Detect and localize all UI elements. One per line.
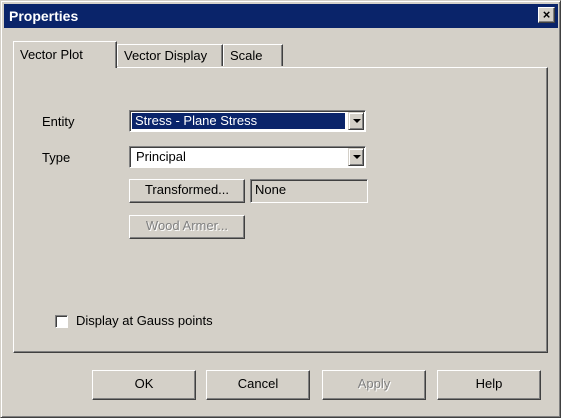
window-title: Properties [9, 8, 79, 24]
type-dropdown[interactable]: Principal [129, 146, 366, 168]
type-value: Principal [136, 149, 186, 164]
title-bar[interactable]: Properties × [4, 4, 558, 28]
tab-label: Scale [230, 48, 263, 63]
gauss-points-label[interactable]: Display at Gauss points [76, 313, 213, 328]
tab-vector-display[interactable]: Vector Display [117, 44, 223, 66]
tab-panel-vector-plot: Entity Stress - Plane Stress Type Princi… [13, 67, 548, 353]
transformed-value-field: None [250, 179, 368, 203]
entity-label: Entity [42, 114, 75, 129]
type-label: Type [42, 150, 71, 165]
tab-scale[interactable]: Scale [223, 44, 283, 66]
chevron-down-icon[interactable] [348, 148, 364, 166]
apply-button: Apply [322, 370, 426, 400]
close-icon: × [542, 7, 551, 22]
help-button[interactable]: Help [437, 370, 541, 400]
wood-armer-button: Wood Armer... [129, 215, 245, 239]
transformed-button[interactable]: Transformed... [129, 179, 245, 203]
tab-vector-plot[interactable]: Vector Plot [13, 41, 117, 68]
ok-button[interactable]: OK [92, 370, 196, 400]
close-button[interactable]: × [538, 7, 555, 23]
chevron-down-icon[interactable] [348, 112, 364, 130]
tab-label: Vector Plot [20, 47, 83, 62]
gauss-points-checkbox[interactable] [55, 315, 68, 328]
properties-dialog: Properties × Vector Plot Vector Display … [0, 0, 561, 418]
entity-value: Stress - Plane Stress [132, 113, 345, 129]
cancel-button[interactable]: Cancel [206, 370, 310, 400]
entity-dropdown[interactable]: Stress - Plane Stress [129, 110, 366, 132]
tab-label: Vector Display [124, 48, 208, 63]
